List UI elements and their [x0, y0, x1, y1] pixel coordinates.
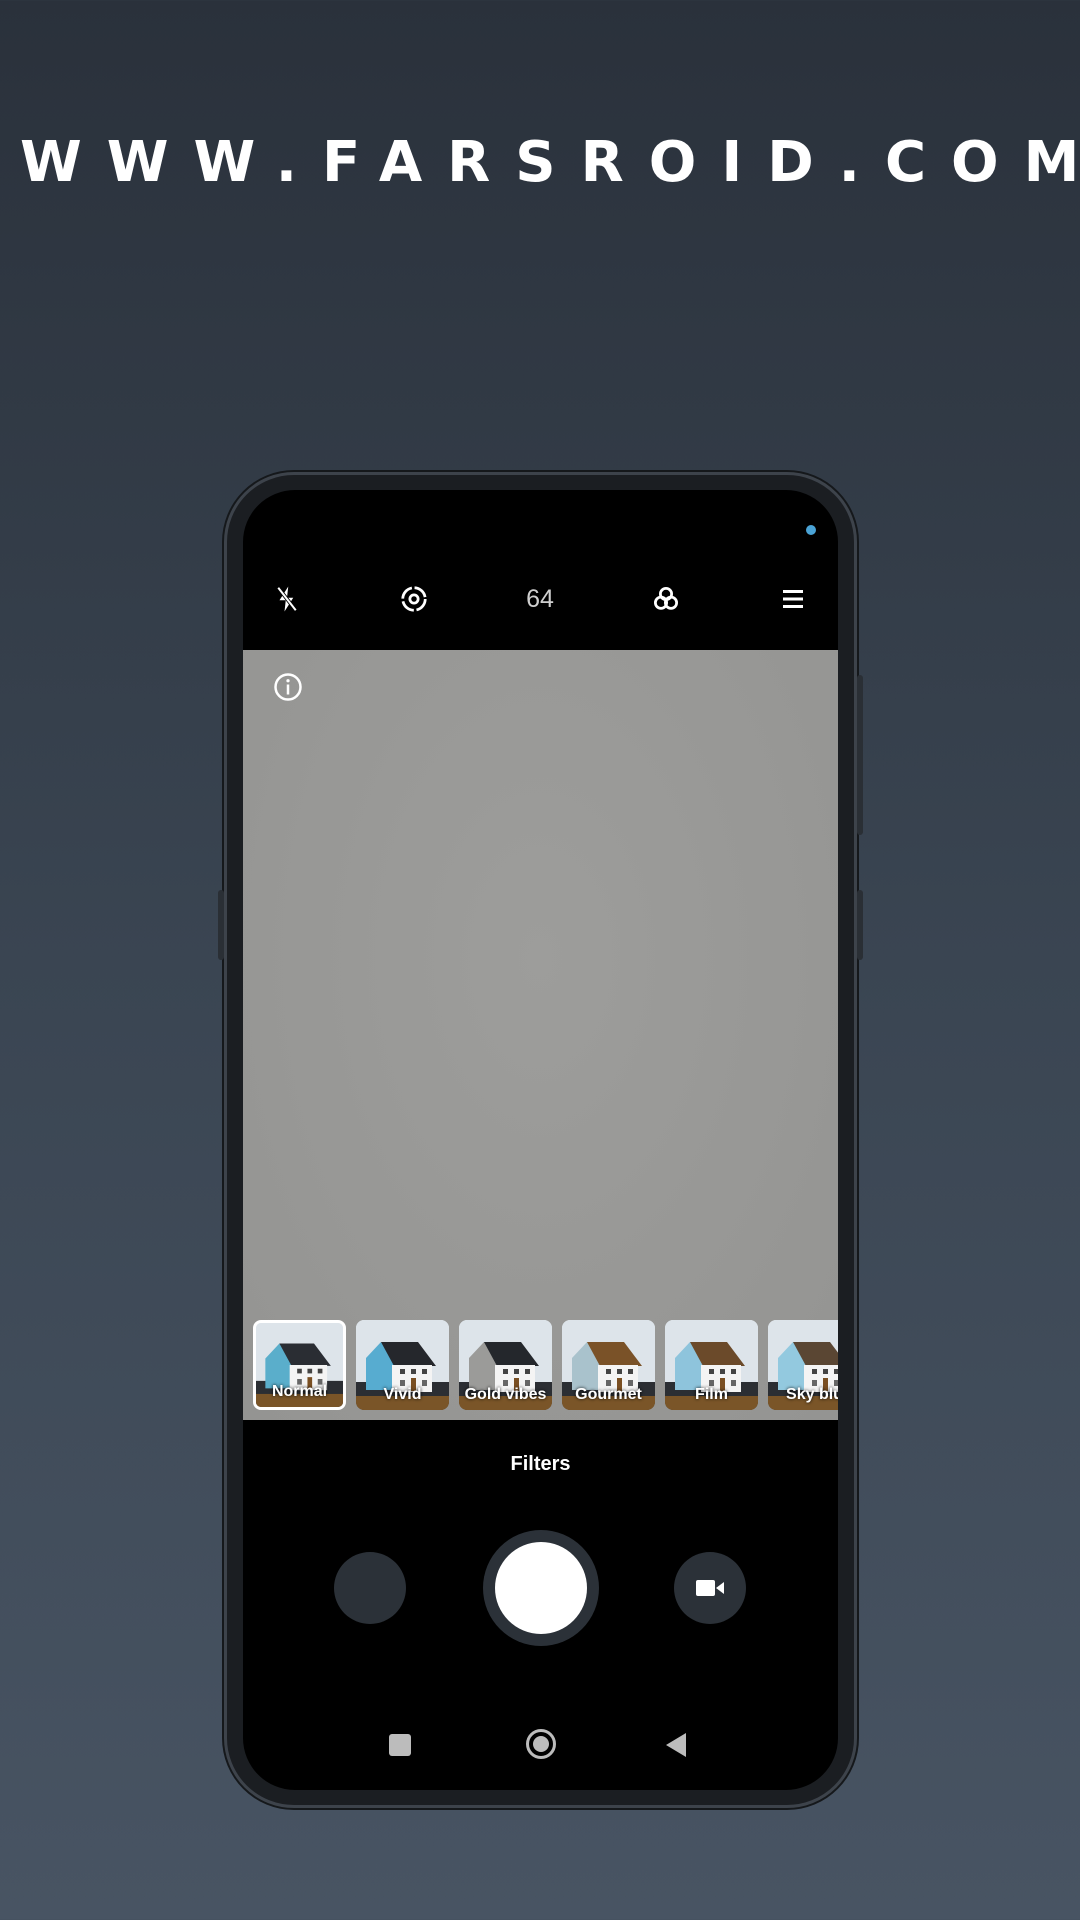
video-camera-icon[interactable] [674, 1552, 746, 1624]
flash-off-icon[interactable] [263, 575, 311, 623]
power-button [857, 890, 863, 960]
viewfinder[interactable]: Normal Vivid Gold vibes Gourmet Film Sky… [243, 650, 838, 1420]
filter-strip: Normal Vivid Gold vibes Gourmet Film Sky… [243, 1320, 838, 1420]
shutter-inner [495, 1542, 587, 1634]
gallery-thumbnail[interactable] [334, 1552, 406, 1624]
filter-label: Gold vibes [464, 1386, 547, 1403]
shutter-button[interactable] [483, 1530, 599, 1646]
lens-icon[interactable] [390, 575, 438, 623]
menu-icon[interactable] [769, 575, 817, 623]
filter-thumb-normal[interactable]: Normal [253, 1320, 346, 1410]
side-button [857, 675, 863, 835]
filter-label: Sky blu [786, 1386, 838, 1403]
filter-label: Gourmet [575, 1386, 642, 1403]
square-icon[interactable] [389, 1734, 411, 1756]
back-triangle-icon[interactable] [666, 1733, 686, 1757]
phone-screen: 64 Normal Vivid Gold vibes Gourmet Film … [243, 490, 838, 1790]
info-icon[interactable] [273, 672, 303, 702]
volume-button [218, 890, 224, 960]
filters-icon[interactable] [642, 575, 690, 623]
filter-thumb-gourmet[interactable]: Gourmet [562, 1320, 655, 1410]
filter-label: Film [695, 1386, 728, 1403]
megapixel-toggle[interactable]: 64 [516, 575, 564, 623]
home-circle-icon[interactable] [526, 1729, 556, 1759]
watermark: WWW.FARSROID.COM [20, 130, 1080, 195]
filter-thumb-vivid[interactable]: Vivid [356, 1320, 449, 1410]
filter-thumb-gold-vibes[interactable]: Gold vibes [459, 1320, 552, 1410]
filter-label: Vivid [383, 1386, 422, 1403]
navigation-bar [243, 1725, 838, 1765]
filter-thumb-film[interactable]: Film [665, 1320, 758, 1410]
camera-indicator-dot [806, 525, 816, 535]
filters-title: Filters [510, 1453, 571, 1475]
filter-thumb-sky-blu[interactable]: Sky blu [768, 1320, 838, 1410]
filter-label: Normal [271, 1383, 328, 1400]
camera-top-bar: 64 [243, 575, 838, 623]
